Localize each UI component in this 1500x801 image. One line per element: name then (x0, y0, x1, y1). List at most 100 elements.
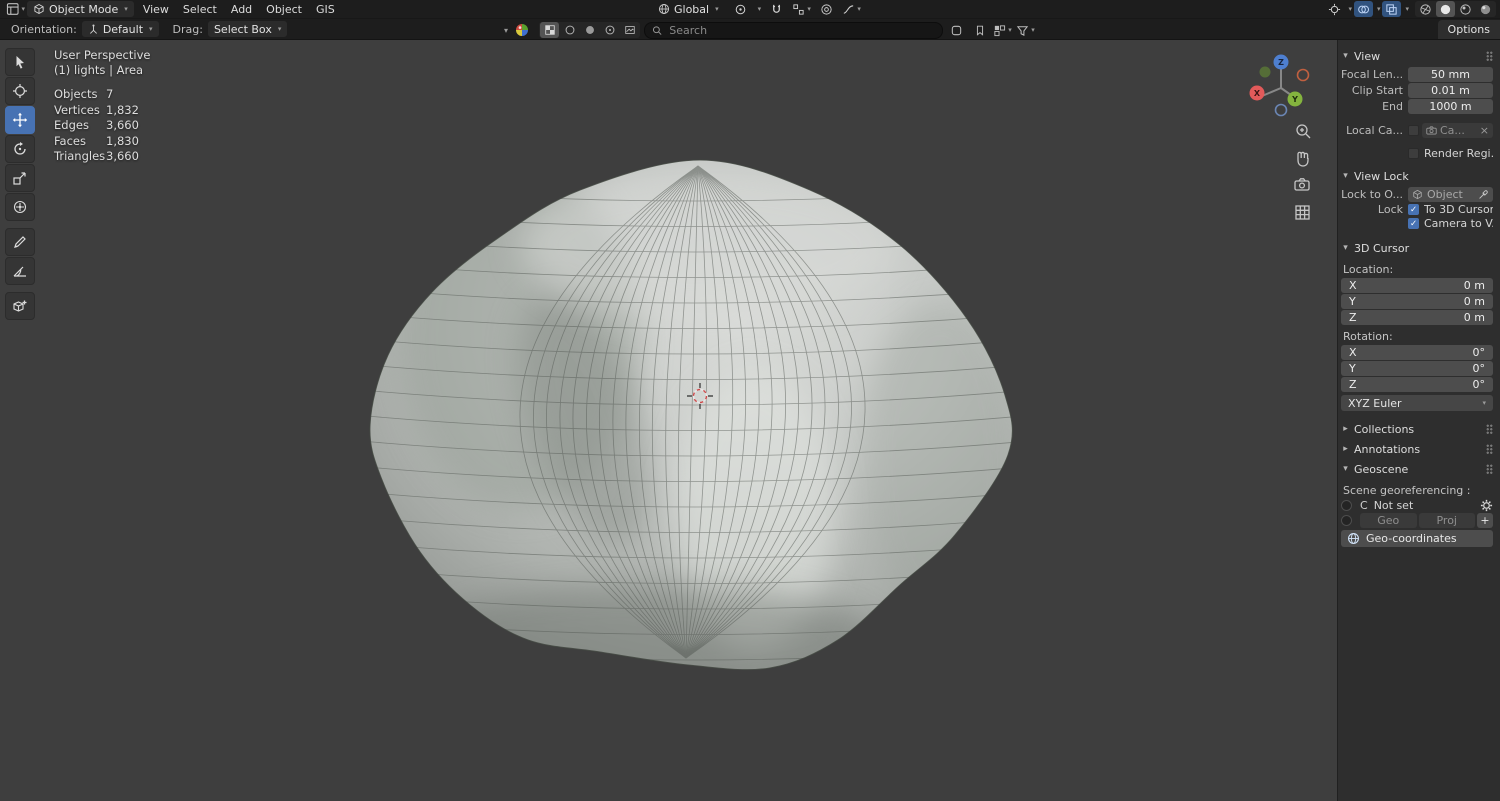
annotation-marker-button[interactable] (970, 22, 989, 38)
render-region-checkbox[interactable] (1408, 148, 1419, 159)
tool-select-box[interactable] (5, 48, 35, 76)
cursor-location-y-field[interactable]: Y 0 m (1341, 294, 1493, 309)
mirror-toggle-button[interactable] (947, 22, 966, 38)
shading-mode-group (1415, 1, 1496, 17)
lock-to-object-field[interactable]: Object (1408, 187, 1493, 202)
add-crs-button[interactable]: + (1477, 513, 1493, 528)
display-render-button[interactable] (620, 22, 639, 38)
section-view[interactable]: ▾ View (1341, 46, 1493, 66)
collapse-caret-icon[interactable]: ▾ (504, 26, 508, 35)
cursor-rotation-y-field[interactable]: Y 0° (1341, 361, 1493, 376)
caret-icon[interactable]: ▾ (758, 5, 762, 13)
panel-grip-icon[interactable] (1486, 51, 1493, 61)
editor-type-button[interactable]: ▾ (6, 1, 25, 17)
cursor-location-x-field[interactable]: X 0 m (1341, 278, 1493, 293)
shading-solid-button[interactable] (1436, 1, 1455, 17)
toggle-xray-button[interactable] (1382, 1, 1401, 17)
tool-add-cube[interactable] (5, 292, 35, 320)
camera-view-button[interactable] (1295, 179, 1309, 190)
lock-to-object-row: Lock to O... Object (1341, 187, 1493, 202)
options-button[interactable]: Options (1438, 20, 1500, 39)
zoom-button[interactable] (1297, 125, 1310, 138)
panel-grip-icon[interactable] (1486, 444, 1493, 454)
orientation-dropdown[interactable]: Default ▾ (82, 21, 159, 37)
gear-icon[interactable] (1480, 499, 1493, 512)
panel-grip-icon[interactable] (1486, 424, 1493, 434)
cursor-location-z-field[interactable]: Z 0 m (1341, 310, 1493, 325)
clip-start-field[interactable]: 0.01 m (1408, 83, 1493, 98)
rotation-mode-dropdown[interactable]: XYZ Euler ▾ (1341, 395, 1493, 411)
display-sphere-button[interactable] (560, 22, 579, 38)
mesh-object[interactable] (350, 160, 1040, 695)
cursor-rotation-x-field[interactable]: X 0° (1341, 345, 1493, 360)
scale-icon (12, 170, 28, 186)
local-camera-field[interactable]: Ca... × (1422, 123, 1493, 138)
menu-select[interactable]: Select (176, 3, 224, 16)
display-material-button[interactable] (600, 22, 619, 38)
menu-gis[interactable]: GIS (309, 3, 342, 16)
geo-coordinates-button[interactable]: Geo-coordinates (1341, 530, 1493, 547)
shading-wireframe-button[interactable] (1416, 1, 1435, 17)
local-camera-checkbox[interactable] (1408, 125, 1419, 136)
menu-add[interactable]: Add (224, 3, 259, 16)
clip-end-field[interactable]: 1000 m (1408, 99, 1493, 114)
tool-rotate[interactable] (5, 135, 35, 163)
shading-material-button[interactable] (1456, 1, 1475, 17)
camera-to-view-checkbox[interactable]: ✓ (1408, 218, 1419, 229)
toggle-ortho-button[interactable] (1296, 206, 1309, 219)
shading-rendered-button[interactable] (1476, 1, 1495, 17)
tool-transform[interactable] (5, 193, 35, 221)
focal-length-field[interactable]: 50 mm (1408, 67, 1493, 82)
pivot-point-button[interactable] (731, 1, 750, 17)
tool-annotate[interactable] (5, 228, 35, 256)
show-overlays-button[interactable] (1354, 1, 1373, 17)
visibility-dropdown-button[interactable]: ▾ (993, 22, 1012, 38)
gizmo-neg-z-ball[interactable] (1276, 105, 1287, 116)
section-collections[interactable]: ▸ Collections (1341, 419, 1493, 439)
section-view-lock[interactable]: ▾ View Lock (1341, 166, 1493, 186)
menu-object[interactable]: Object (259, 3, 309, 16)
to-3d-cursor-checkbox[interactable]: ✓ (1408, 204, 1419, 215)
mode-selector[interactable]: Object Mode ▾ (27, 1, 134, 17)
eyedropper-icon[interactable] (1478, 189, 1489, 200)
navigation-gizmo[interactable]: Z X Y (1250, 55, 1309, 116)
search-input[interactable] (667, 23, 935, 38)
section-3d-cursor[interactable]: ▾ 3D Cursor (1341, 238, 1493, 258)
snap-settings-button[interactable]: ▾ (792, 1, 811, 17)
crs-radio[interactable] (1341, 500, 1352, 511)
cursor-rotation-z-field[interactable]: Z 0° (1341, 377, 1493, 392)
3d-viewport[interactable]: Z X Y (0, 40, 1337, 801)
snap-toggle-button[interactable] (767, 1, 786, 17)
gizmo-neg-x-ball[interactable] (1298, 70, 1309, 81)
tool-measure[interactable] (5, 257, 35, 285)
menu-view[interactable]: View (136, 3, 176, 16)
material-preview-button[interactable] (512, 22, 531, 38)
filter-dropdown-button[interactable]: ▾ (1016, 22, 1035, 38)
pan-button[interactable] (1298, 152, 1308, 166)
axis-value: 0° (1473, 378, 1486, 391)
drag-dropdown[interactable]: Select Box ▾ (208, 21, 287, 37)
show-gizmo-button[interactable] (1325, 1, 1344, 17)
geo-radio[interactable] (1341, 515, 1352, 526)
transform-orientation-dropdown[interactable]: Global ▾ (652, 1, 725, 17)
section-annotations[interactable]: ▸ Annotations (1341, 439, 1493, 459)
geo-field[interactable]: Geo (1360, 513, 1417, 528)
stat-label: Objects (54, 87, 106, 103)
caret-icon[interactable]: ▾ (1405, 5, 1409, 13)
caret-icon[interactable]: ▾ (1348, 5, 1352, 13)
proportional-editing-button[interactable] (817, 1, 836, 17)
caret-icon[interactable]: ▾ (1377, 5, 1381, 13)
clear-icon[interactable]: × (1480, 124, 1489, 137)
cursor-rotation-z-row: Z 0° (1341, 377, 1493, 392)
panel-grip-icon[interactable] (1486, 464, 1493, 474)
proj-field[interactable]: Proj (1419, 513, 1476, 528)
tool-cursor[interactable] (5, 77, 35, 105)
display-shaded-button[interactable] (580, 22, 599, 38)
section-geoscene[interactable]: ▾ Geoscene (1341, 459, 1493, 479)
tool-scale[interactable] (5, 164, 35, 192)
display-textured-button[interactable] (540, 22, 559, 38)
tool-move[interactable] (5, 106, 35, 134)
search-box[interactable] (644, 22, 943, 39)
gizmo-neg-y-ball[interactable] (1260, 67, 1271, 78)
falloff-button[interactable]: ▾ (842, 1, 861, 17)
